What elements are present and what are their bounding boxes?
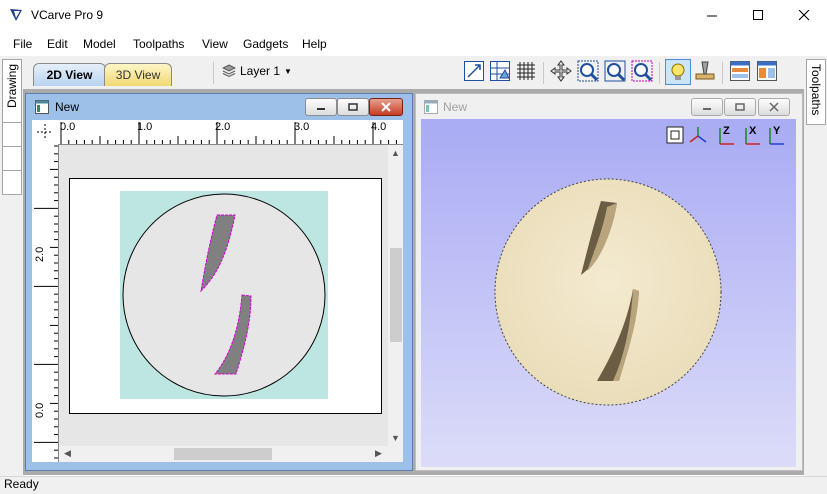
- layer-label: Layer 1: [240, 64, 281, 78]
- drawing-2d: [120, 191, 328, 399]
- maximize-button[interactable]: [735, 0, 781, 31]
- toolbar-separator: [213, 62, 214, 84]
- iso-view-icon[interactable]: [688, 126, 708, 146]
- maximize-icon: [752, 10, 763, 20]
- vertical-scroll-thumb[interactable]: [390, 248, 402, 342]
- pan-icon[interactable]: [550, 60, 572, 82]
- menu-bar: [0, 32, 827, 54]
- restore-icon: [735, 103, 745, 111]
- close-button[interactable]: [781, 0, 827, 31]
- close-icon: [381, 102, 391, 112]
- window-2d-restore-button[interactable]: [337, 98, 369, 116]
- scroll-left-icon[interactable]: ◀: [64, 448, 71, 459]
- vcarve-logo-icon: [10, 9, 22, 21]
- view-3d-canvas[interactable]: [421, 119, 796, 467]
- zoom-box-icon[interactable]: [577, 60, 599, 82]
- axis-label-z: Z: [723, 125, 730, 137]
- window-3d-minimize-button[interactable]: [691, 98, 723, 116]
- window-3d-title: New: [443, 100, 468, 114]
- fit-to-material-icon[interactable]: [463, 60, 485, 82]
- lightbulb-icon: [671, 63, 685, 80]
- ruler-label-h-4: 4.0: [371, 121, 387, 133]
- toggle-lighting-button[interactable]: [665, 59, 691, 85]
- scroll-up-icon[interactable]: ▲: [391, 148, 400, 158]
- menu-edit[interactable]: Edit: [47, 37, 68, 51]
- tool-bit-icon[interactable]: [694, 60, 716, 82]
- toolpaths-tab-label: Toolpaths: [809, 64, 823, 116]
- menu-toolpaths[interactable]: Toolpaths: [133, 37, 184, 51]
- axis-label-y: Y: [773, 125, 781, 137]
- zoom-fit-3d-icon[interactable]: [666, 126, 684, 144]
- window-icon: [424, 100, 438, 114]
- toolpaths-tab[interactable]: Toolpaths: [806, 59, 826, 125]
- window-3d-restore-button[interactable]: [724, 98, 756, 116]
- tab-2d-view[interactable]: 2D View: [33, 63, 106, 86]
- horizontal-scroll-thumb[interactable]: [174, 448, 272, 460]
- status-bar: [0, 476, 827, 494]
- ruler-origin[interactable]: [32, 120, 58, 144]
- ruler-label-v-1: 0.0: [34, 402, 46, 418]
- crosshair-icon: [37, 124, 53, 140]
- window-2d-close-button[interactable]: [369, 98, 403, 116]
- window-icon: [35, 100, 49, 114]
- menu-model[interactable]: Model: [83, 37, 116, 51]
- zoom-selection-icon[interactable]: [631, 60, 653, 82]
- ruler-label-h-0: 0.0: [60, 121, 76, 133]
- ruler-label-v-0: 2.0: [34, 246, 46, 262]
- drawing-tab[interactable]: Drawing: [2, 59, 22, 123]
- chevron-down-icon: ▼: [284, 66, 292, 76]
- minimize-button[interactable]: [689, 0, 735, 31]
- split-vertical-icon[interactable]: [756, 60, 778, 82]
- split-horizontal-icon[interactable]: [729, 60, 751, 82]
- window-2d-title: New: [55, 100, 80, 114]
- toolbar-separator: [659, 62, 660, 84]
- minimize-icon: [317, 108, 325, 110]
- snap-grid-icon[interactable]: [489, 60, 511, 82]
- grid-icon[interactable]: [515, 60, 537, 82]
- close-icon: [798, 10, 809, 21]
- menu-file[interactable]: File: [13, 37, 32, 51]
- side-tab-blank-2[interactable]: [2, 146, 22, 171]
- ruler-label-h-2: 2.0: [215, 121, 231, 133]
- menu-view[interactable]: View: [202, 37, 228, 51]
- layer-dropdown[interactable]: Layer 1 ▼: [222, 62, 292, 80]
- window-title: VCarve Pro 9: [31, 8, 104, 22]
- ruler-ticks-h: [60, 122, 397, 144]
- zoom-extents-icon[interactable]: [604, 60, 626, 82]
- close-icon: [769, 102, 779, 112]
- scroll-down-icon[interactable]: ▼: [391, 433, 400, 443]
- ruler-label-h-3: 3.0: [294, 121, 310, 133]
- drawing-tab-label: Drawing: [5, 64, 19, 109]
- tab-3d-view[interactable]: 3D View: [104, 63, 172, 86]
- side-tab-blank-1[interactable]: [2, 122, 22, 147]
- side-tab-blank-3[interactable]: [2, 170, 22, 195]
- restore-icon: [348, 103, 358, 111]
- toolbar-separator: [722, 62, 723, 84]
- ruler-label-h-1: 1.0: [137, 121, 153, 133]
- layers-icon: [222, 64, 236, 78]
- window-2d-minimize-button[interactable]: [305, 98, 337, 116]
- menu-gadgets[interactable]: Gadgets: [243, 37, 288, 51]
- menu-help[interactable]: Help: [302, 37, 327, 51]
- minimize-icon: [703, 108, 711, 110]
- axis-label-x: X: [749, 125, 757, 137]
- scroll-right-icon[interactable]: ▶: [375, 448, 382, 459]
- toolbar-separator: [543, 62, 544, 84]
- minimize-icon: [706, 15, 717, 17]
- status-text: Ready: [4, 477, 39, 491]
- window-3d-close-button[interactable]: [758, 98, 790, 116]
